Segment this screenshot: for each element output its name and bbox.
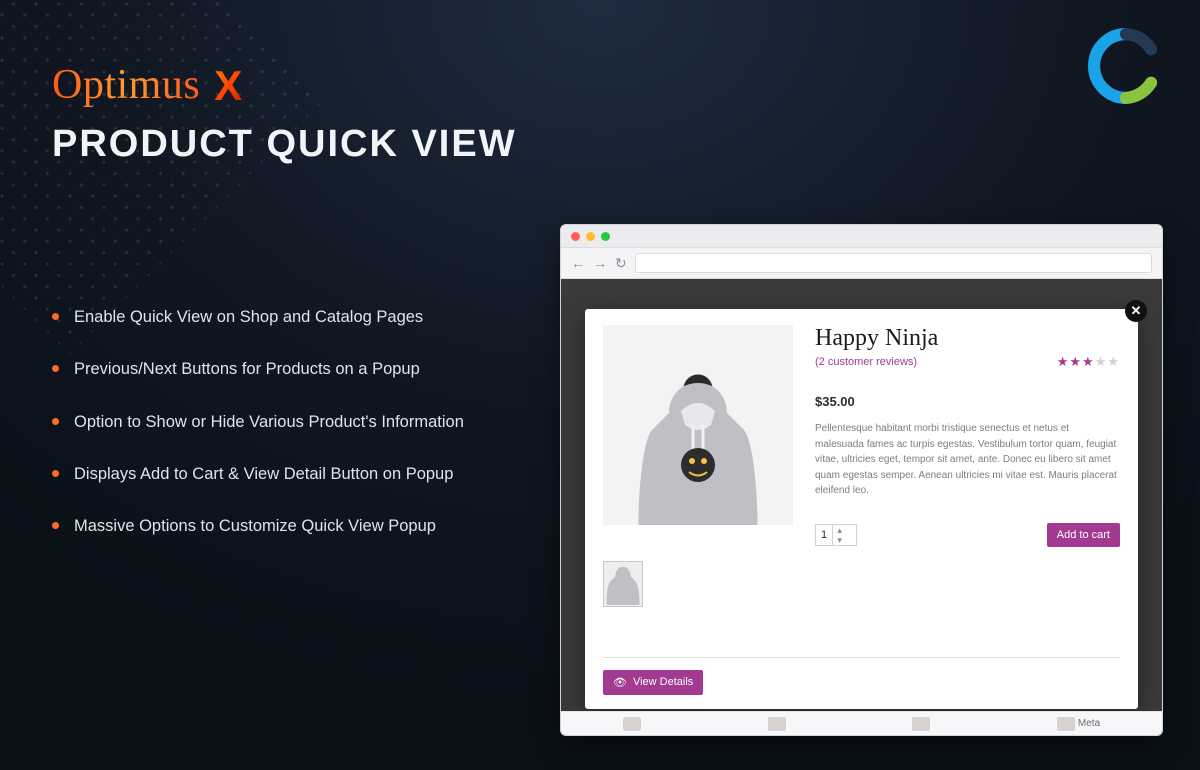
quick-view-popup: ✕ Happy Ninja (2 customer reviews) — [585, 309, 1138, 709]
window-minimize-icon[interactable] — [586, 232, 595, 241]
nav-back-icon[interactable]: ← — [571, 255, 585, 271]
quantity-stepper[interactable]: 1 ▴ ▾ — [815, 524, 857, 546]
star-icon: ★ — [1082, 354, 1095, 369]
feature-item: Massive Options to Customize Quick View … — [52, 515, 572, 537]
view-details-label: View Details — [633, 676, 693, 688]
nav-forward-icon[interactable]: → — [593, 255, 607, 271]
address-bar[interactable] — [635, 253, 1152, 273]
company-logo-icon — [1088, 28, 1164, 104]
browser-toolbar: ← → ↻ — [561, 247, 1162, 279]
logo-word: Optimus — [52, 61, 200, 109]
feature-list: Enable Quick View on Shop and Catalog Pa… — [52, 306, 572, 537]
product-logo: Optimus X — [52, 60, 572, 109]
hoodie-illustration-icon — [623, 365, 773, 525]
feature-item: Displays Add to Cart & View Detail Butto… — [52, 463, 572, 485]
divider — [603, 657, 1120, 658]
star-icon: ★ — [1107, 354, 1120, 369]
product-title: Happy Ninja — [815, 325, 1120, 352]
background-product-row: Meta — [561, 711, 1162, 735]
window-zoom-icon[interactable] — [601, 232, 610, 241]
product-thumbnail[interactable] — [603, 561, 643, 607]
eye-icon: 👁 — [613, 676, 627, 689]
star-icon: ★ — [1095, 354, 1108, 369]
star-rating: ★★★★★ — [1057, 354, 1120, 370]
ghost-thumb-icon — [768, 717, 786, 731]
star-icon: ★ — [1069, 354, 1082, 369]
browser-mock: ← → ↻ ✕ Happy Ninja — [560, 224, 1163, 736]
window-traffic-lights — [561, 225, 1162, 247]
qty-down-icon[interactable]: ▾ — [832, 535, 846, 545]
feature-item: Option to Show or Hide Various Product's… — [52, 411, 572, 433]
page-title: PRODUCT QUICK VIEW — [52, 123, 572, 166]
add-to-cart-button[interactable]: Add to cart — [1047, 523, 1120, 547]
nav-reload-icon[interactable]: ↻ — [615, 255, 627, 272]
feature-item: Enable Quick View on Shop and Catalog Pa… — [52, 306, 572, 328]
close-icon[interactable]: ✕ — [1125, 300, 1147, 322]
view-details-button[interactable]: 👁 View Details — [603, 670, 703, 695]
ghost-thumb-icon — [1057, 717, 1075, 731]
logo-x-icon: X — [214, 62, 242, 110]
feature-item: Previous/Next Buttons for Products on a … — [52, 358, 572, 380]
ghost-thumb-icon — [623, 717, 641, 731]
window-close-icon[interactable] — [571, 232, 580, 241]
page-viewport: ✕ Happy Ninja (2 customer reviews) — [561, 279, 1162, 735]
product-price: $35.00 — [815, 394, 1120, 409]
star-icon: ★ — [1057, 354, 1070, 369]
ghost-label: Meta — [1078, 718, 1100, 729]
ghost-thumb-icon — [912, 717, 930, 731]
product-main-image[interactable] — [603, 325, 793, 525]
qty-up-icon[interactable]: ▴ — [832, 525, 846, 535]
product-description: Pellentesque habitant morbi tristique se… — [815, 421, 1120, 499]
quantity-value: 1 — [816, 529, 832, 541]
